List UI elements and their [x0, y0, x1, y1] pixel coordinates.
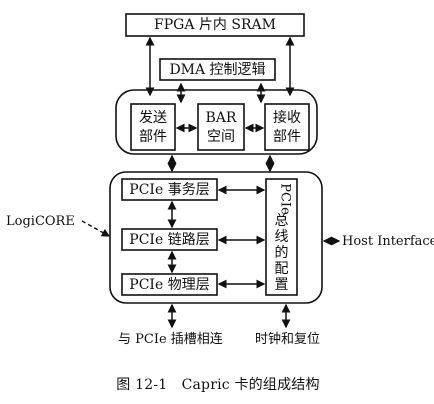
clock-reset-label: 时钟和复位 [255, 331, 320, 347]
logicore-annotation: LogiCORE [6, 214, 111, 237]
physical-layer-label: PCIe 物理层 [129, 277, 209, 293]
transmit-line-1: 发送 [139, 110, 167, 126]
fpga-sram-block: FPGA 片内 SRAM [125, 13, 305, 37]
transaction-layer-label: PCIe 事务层 [129, 182, 209, 198]
bar-space-block: BAR 空间 [197, 103, 245, 151]
capric-card-structure-diagram: FPGA 片内 SRAM DMA 控制逻辑 发送 部件 BAR 空间 接收 部件… [0, 0, 434, 404]
receive-line-1: 接收 [273, 109, 301, 126]
link-layer-label: PCIe 链路层 [129, 232, 209, 248]
physical-layer-block: PCIe 物理层 [121, 273, 218, 296]
receive-block: 接收 部件 [264, 103, 310, 151]
pcie-config-line-5: 配 [275, 261, 289, 277]
transmit-block: 发送 部件 [130, 103, 176, 151]
pcie-config-line-2: 总 [275, 213, 289, 229]
pcie-slot-label: 与 PCIe 插槽相连 [118, 331, 223, 347]
pcie-config-line-4: 的 [275, 245, 289, 261]
diagram-canvas: FPGA 片内 SRAM DMA 控制逻辑 发送 部件 BAR 空间 接收 部件… [6, 13, 434, 393]
dma-control-block: DMA 控制逻辑 [159, 58, 276, 81]
figure-caption: 图 12-1 Capric 卡的组成结构 [116, 377, 319, 393]
middle-connectors [167, 154, 275, 173]
bar-space-line-1: BAR [206, 110, 237, 126]
pcie-config-block: PCIe 总 线 的 配 置 [265, 178, 298, 296]
fpga-sram-label: FPGA 片内 SRAM [154, 17, 276, 33]
dma-control-label: DMA 控制逻辑 [169, 62, 265, 78]
transmit-line-2: 部件 [139, 129, 167, 145]
logicore-label: LogiCORE [6, 214, 75, 229]
logicore-pointer [81, 220, 111, 237]
pcie-config-line-1: PCIe [278, 183, 293, 215]
bar-space-line-2: 空间 [207, 129, 235, 145]
transaction-layer-block: PCIe 事务层 [121, 178, 218, 201]
receive-line-2: 部件 [273, 129, 301, 145]
pcie-config-line-3: 线 [275, 229, 289, 245]
pcie-config-line-6: 置 [275, 277, 289, 293]
link-layer-block: PCIe 链路层 [121, 228, 218, 251]
host-interface-label: Host Interface [342, 234, 434, 249]
